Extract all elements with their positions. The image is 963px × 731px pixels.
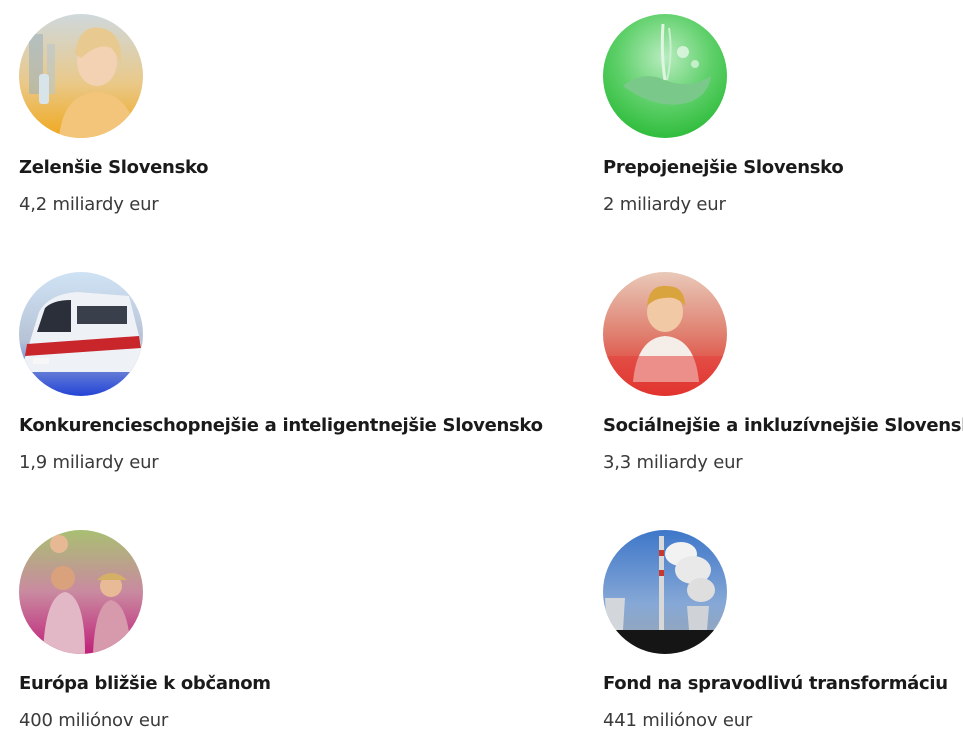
card-title[interactable]: Fond na spravodlivú transformáciu bbox=[603, 673, 948, 694]
train-photo[interactable] bbox=[19, 272, 143, 396]
child-classroom-photo[interactable] bbox=[603, 272, 727, 396]
hands-water-photo[interactable] bbox=[603, 14, 727, 138]
family-photo[interactable] bbox=[19, 530, 143, 654]
card-amount: 3,3 miliardy eur bbox=[603, 452, 743, 473]
card-title[interactable]: Konkurencieschopnejšie a inteligentnejši… bbox=[19, 415, 543, 436]
program-card-social[interactable]: Sociálnejšie a inkluzívnejšie Slovensko … bbox=[603, 272, 963, 473]
card-amount: 441 miliónov eur bbox=[603, 710, 753, 731]
program-card-citizens[interactable]: Európa bližšie k občanom 400 miliónov eu… bbox=[19, 530, 379, 731]
program-card-greener[interactable]: Zelenšie Slovensko 4,2 miliardy eur bbox=[19, 14, 379, 215]
card-amount: 400 miliónov eur bbox=[19, 710, 169, 731]
card-title[interactable]: Európa bližšie k občanom bbox=[19, 673, 271, 694]
card-amount: 4,2 miliardy eur bbox=[19, 194, 159, 215]
card-amount: 2 miliardy eur bbox=[603, 194, 726, 215]
program-card-competitive[interactable]: Konkurencieschopnejšie a inteligentnejši… bbox=[19, 272, 543, 473]
card-title[interactable]: Prepojenejšie Slovensko bbox=[603, 157, 844, 178]
card-amount: 1,9 miliardy eur bbox=[19, 452, 159, 473]
card-title[interactable]: Sociálnejšie a inkluzívnejšie Slovensko bbox=[603, 415, 963, 436]
program-card-connected[interactable]: Prepojenejšie Slovensko 2 miliardy eur bbox=[603, 14, 963, 215]
card-title[interactable]: Zelenšie Slovensko bbox=[19, 157, 209, 178]
scientist-photo[interactable] bbox=[19, 14, 143, 138]
program-card-just-transition[interactable]: Fond na spravodlivú transformáciu 441 mi… bbox=[603, 530, 963, 731]
power-plant-photo[interactable] bbox=[603, 530, 727, 654]
